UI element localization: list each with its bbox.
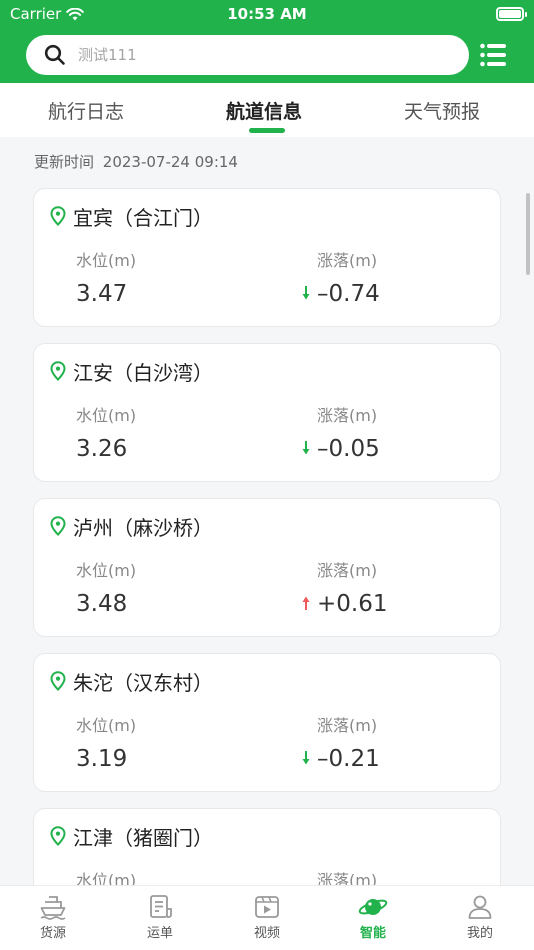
nav-item-video[interactable]: 视频: [237, 894, 297, 941]
arrow-down-icon: [302, 751, 310, 765]
station-name: 江安（白沙湾）: [73, 361, 213, 385]
station-name: 泸州（麻沙桥）: [73, 516, 213, 540]
station-card[interactable]: 江安（白沙湾） 水位(m) 涨落(m) 3.26 –0.05: [33, 343, 501, 482]
status-bar: Carrier 10:53 AM: [0, 0, 534, 28]
bottom-nav: 货源 运单 视频 智能 我的: [0, 885, 534, 950]
update-time-value: 2023-07-24 09:14: [102, 153, 238, 171]
water-level-label: 水位(m): [76, 871, 137, 885]
nav-item-smart[interactable]: 智能: [343, 894, 403, 941]
planet-icon: [358, 899, 388, 915]
search-input[interactable]: [78, 46, 438, 64]
menu-list-icon[interactable]: [480, 43, 506, 67]
change-value: +0.61: [317, 591, 388, 617]
water-level-value: 3.19: [76, 746, 128, 772]
station-name: 宜宾（合江门）: [73, 206, 213, 230]
tab-voyage-log[interactable]: 航行日志: [48, 97, 124, 124]
water-level-value: 3.26: [76, 436, 128, 462]
arrow-down-icon: [302, 286, 310, 300]
station-card[interactable]: 泸州（麻沙桥） 水位(m) 涨落(m) 3.48 +0.61: [33, 498, 501, 637]
change-label: 涨落(m): [317, 561, 378, 580]
arrow-up-icon: [302, 596, 310, 610]
water-level-label: 水位(m): [76, 716, 137, 735]
nav-label: 智能: [359, 926, 386, 941]
tab-channel-info[interactable]: 航道信息: [226, 97, 302, 124]
document-icon: [150, 895, 172, 918]
location-pin-icon: [50, 361, 66, 381]
nav-label: 货源: [39, 926, 66, 941]
change-label: 涨落(m): [317, 871, 378, 885]
station-card[interactable]: 宜宾（合江门） 水位(m) 涨落(m) 3.47 –0.74: [33, 188, 501, 327]
water-level-value: 3.48: [76, 591, 128, 617]
water-level-label: 水位(m): [76, 561, 137, 580]
tab-bar: 航行日志 航道信息 天气预报: [0, 83, 534, 137]
change-label: 涨落(m): [317, 406, 378, 425]
nav-label: 我的: [466, 926, 493, 941]
search-box[interactable]: [26, 35, 469, 75]
station-name: 朱沱（汉东村）: [73, 671, 213, 695]
update-time-label: 更新时间: [34, 153, 95, 171]
water-level-label: 水位(m): [76, 406, 137, 425]
arrow-down-icon: [302, 441, 310, 455]
water-level-label: 水位(m): [76, 251, 137, 270]
nav-item-waybill[interactable]: 运单: [130, 894, 190, 941]
user-icon: [468, 895, 492, 919]
ship-icon: [40, 896, 66, 920]
location-pin-icon: [50, 826, 66, 846]
active-tab-indicator: [249, 128, 285, 133]
location-pin-icon: [50, 206, 66, 226]
location-pin-icon: [50, 516, 66, 536]
location-pin-icon: [50, 671, 66, 691]
change-value: –0.74: [317, 281, 380, 307]
nav-label: 运单: [146, 926, 173, 941]
header-bar: Carrier 10:53 AM: [0, 0, 534, 83]
clock: 10:53 AM: [227, 5, 307, 23]
change-label: 涨落(m): [317, 716, 378, 735]
change-value: –0.05: [317, 436, 380, 462]
water-level-value: 3.47: [76, 281, 128, 307]
station-name: 江津（猪圈门）: [73, 826, 213, 850]
change-value: –0.21: [317, 746, 380, 772]
update-time: 更新时间 2023-07-24 09:14: [34, 151, 238, 172]
search-icon: [44, 44, 65, 65]
nav-label: 视频: [253, 926, 280, 941]
station-card[interactable]: 江津（猪圈门） 水位(m) 涨落(m): [33, 808, 501, 885]
nav-item-mine[interactable]: 我的: [450, 894, 510, 941]
battery-icon: [496, 7, 527, 21]
station-card[interactable]: 朱沱（汉东村） 水位(m) 涨落(m) 3.19 –0.21: [33, 653, 501, 792]
change-label: 涨落(m): [317, 251, 378, 270]
tab-weather-forecast[interactable]: 天气预报: [404, 97, 480, 124]
scrollbar[interactable]: [526, 193, 530, 275]
station-list[interactable]: 宜宾（合江门） 水位(m) 涨落(m) 3.47 –0.74 江安（白沙湾） 水…: [33, 188, 501, 885]
video-icon: [255, 896, 279, 918]
nav-item-cargo[interactable]: 货源: [23, 894, 83, 941]
